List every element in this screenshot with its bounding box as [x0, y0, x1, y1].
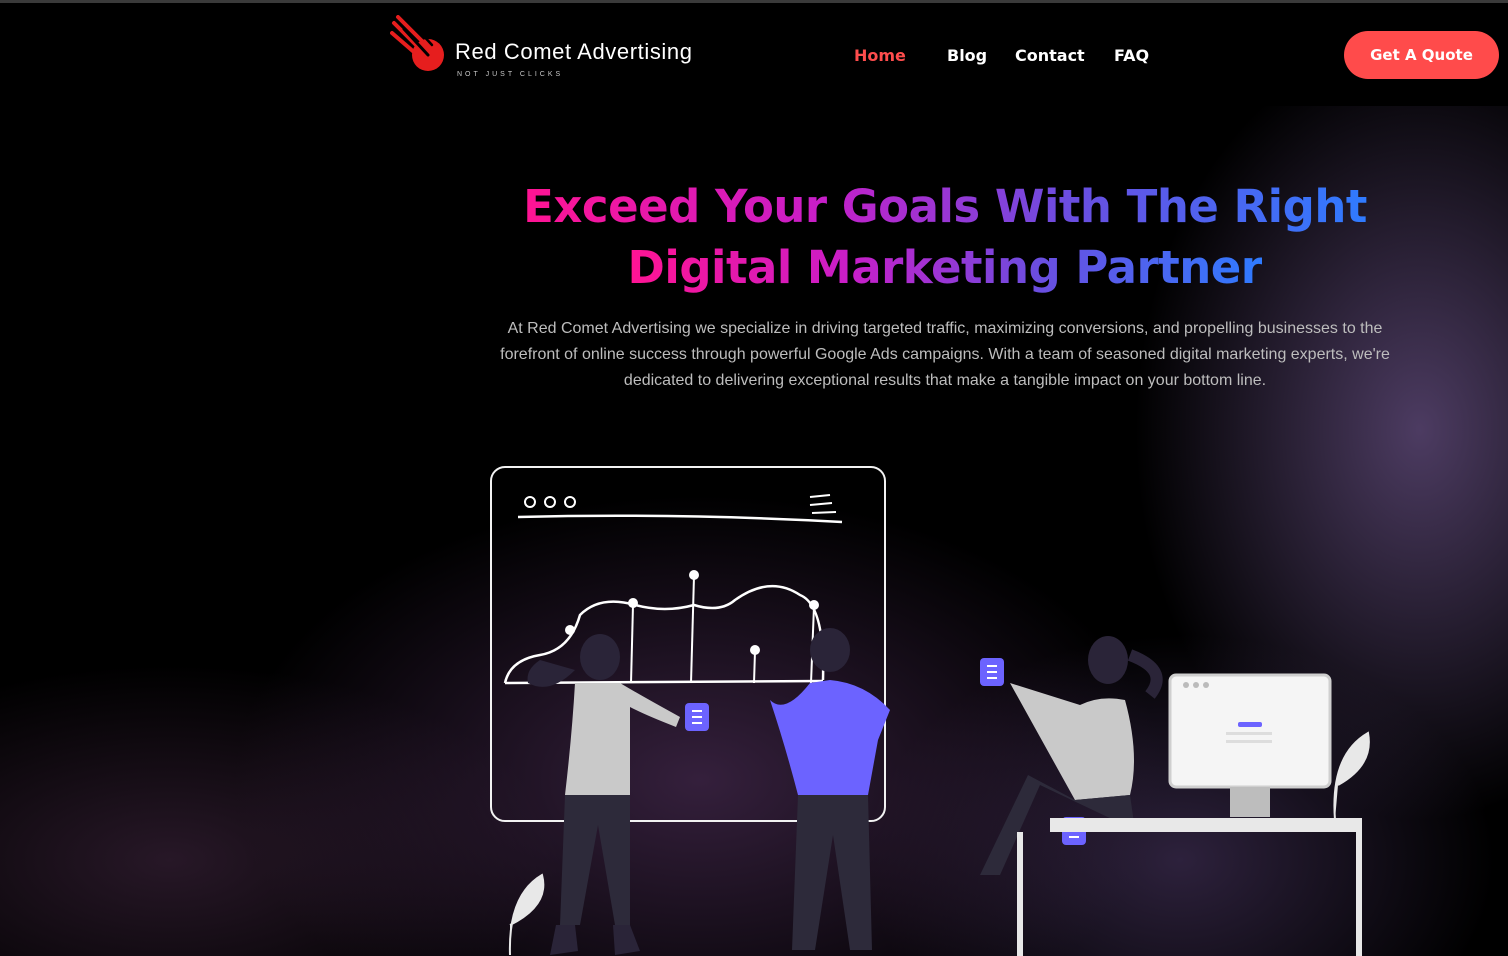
headline-line-2: Digital Marketing Partner — [627, 241, 1263, 294]
hero-headline: Exceed Your Goals With The Right Digital… — [470, 176, 1420, 298]
nav-faq-link[interactable]: FAQ — [1114, 46, 1149, 65]
brand-logo[interactable]: Red Comet Advertising NOT JUST CLICKS — [390, 15, 710, 85]
nav-contact-link[interactable]: Contact — [1015, 46, 1085, 65]
nav-blog-link[interactable]: Blog — [947, 46, 987, 65]
brand-tagline: NOT JUST CLICKS — [457, 71, 564, 78]
get-quote-button[interactable]: Get A Quote — [1344, 31, 1499, 79]
browser-dots-icon — [524, 496, 576, 508]
comet-logo-icon — [390, 15, 444, 71]
navbar: Red Comet Advertising NOT JUST CLICKS Ho… — [0, 3, 1508, 106]
headline-line-1: Exceed Your Goals With The Right — [523, 180, 1367, 233]
person-woman-right — [980, 636, 1163, 875]
hero-intro-text: At Red Comet Advertising we specialize i… — [500, 320, 1390, 389]
hero-illustration — [490, 466, 1370, 956]
brand-name: Red Comet Advertising — [455, 39, 693, 64]
person-man-center — [770, 628, 890, 950]
nav-home-link[interactable]: Home — [854, 46, 906, 65]
